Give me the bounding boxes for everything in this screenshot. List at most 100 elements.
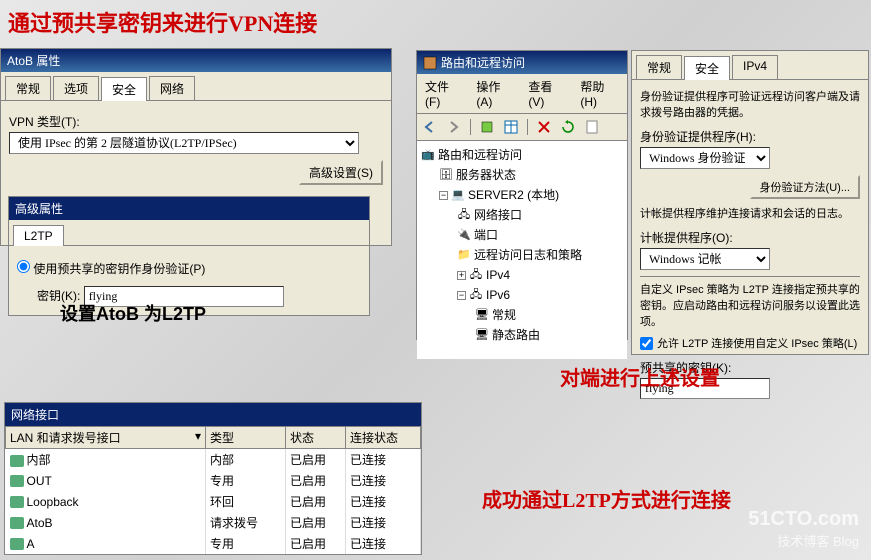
tab-sec-ipv4[interactable]: IPv4 [732, 55, 778, 79]
menu-view[interactable]: 查看(V) [522, 76, 572, 111]
computer-icon: 💻 [451, 188, 465, 202]
tree-root[interactable]: 📺路由和远程访问 [421, 145, 623, 165]
acct-label: 计帐提供程序(O): [640, 229, 733, 246]
rras-titlebar: 路由和远程访问 [417, 51, 627, 74]
tree-ipv4[interactable]: +🖧IPv4 [421, 265, 623, 285]
rras-icon [423, 56, 437, 70]
allow-l2tp-label: 允许 L2TP 连接使用自定义 IPsec 策略(L) [657, 335, 857, 351]
rras-window: 路由和远程访问 文件(F) 操作(A) 查看(V) 帮助(H) 📺路由和远程访问… [416, 50, 628, 340]
tree-netif[interactable]: 🖧网络接口 [421, 205, 623, 225]
refresh-icon[interactable] [558, 117, 578, 137]
watermark-line1: 51CTO.com [748, 508, 859, 531]
connection-icon [10, 475, 24, 487]
connection-icon [10, 455, 24, 467]
tree-status[interactable]: 🗄服务器状态 [421, 165, 623, 185]
auth-method-button[interactable]: 身份验证方法(U)... [750, 175, 860, 199]
advanced-settings-button[interactable]: 高级设置(S) [299, 160, 383, 185]
success-heading: 成功通过L2TP方式进行连接 [482, 484, 731, 513]
server-icon: 📺 [421, 148, 435, 162]
menu-help[interactable]: 帮助(H) [574, 76, 625, 111]
toolbar-separator [527, 119, 528, 135]
radio-psk[interactable] [17, 260, 30, 273]
ipv6-icon: 🖧 [469, 288, 483, 302]
rras-tree: 📺路由和远程访问 🗄服务器状态 −💻SERVER2 (本地) 🖧网络接口 🔌端口… [417, 141, 627, 359]
ipv4-icon: 🖧 [469, 268, 483, 282]
custom-ipsec-desc: 自定义 IPsec 策略为 L2TP 连接指定预共享的密钥。应启动路由和远程访问… [640, 276, 860, 329]
security-panel-window: 常规 安全 IPv4 身份验证提供程序可验证远程访问客户端及请求拨号路由器的凭据… [631, 50, 869, 355]
status-icon: 🗄 [439, 168, 453, 182]
auth-provider-select[interactable]: Windows 身份验证 [640, 147, 770, 169]
auth-provider-label: 身份验证提供程序(H): [640, 128, 756, 145]
properties-icon[interactable] [582, 117, 602, 137]
collapse-icon[interactable]: − [439, 191, 448, 200]
tree-general[interactable]: 🖥常规 [421, 305, 623, 325]
expand-icon[interactable]: + [457, 271, 466, 280]
folder-icon: 📁 [457, 248, 471, 262]
main-heading: 通过预共享密钥来进行VPN连接 [8, 6, 317, 38]
tab-security[interactable]: 安全 [101, 77, 147, 101]
allow-l2tp-row[interactable]: 允许 L2TP 连接使用自定义 IPsec 策略(L) [640, 335, 860, 351]
rras-title-text: 路由和远程访问 [441, 54, 525, 71]
tree-server2[interactable]: −💻SERVER2 (本地) [421, 185, 623, 205]
connection-icon [10, 538, 24, 550]
toolbar-separator [470, 119, 471, 135]
vpn-type-select[interactable]: 使用 IPsec 的第 2 层隧道协议(L2TP/IPSec) [9, 132, 359, 154]
table-row[interactable]: Loopback环回已启用已连接 [6, 491, 421, 512]
titlebar-text: AtoB 属性 [7, 52, 60, 69]
tab-general[interactable]: 常规 [5, 76, 51, 100]
rras-toolbar [417, 114, 627, 141]
netif-icon: 🖧 [457, 208, 471, 222]
back-icon[interactable] [420, 117, 440, 137]
tree-remote-log[interactable]: 📁远程访问日志和策略 [421, 245, 623, 265]
watermark-line2: 技术博客 Blog [748, 531, 859, 550]
netif-table: LAN 和请求拨号接口 ▾ 类型 状态 连接状态 内部内部已启用已连接OUT专用… [5, 426, 421, 554]
tab-options[interactable]: 选项 [53, 76, 99, 100]
acct-select[interactable]: Windows 记帐 [640, 248, 770, 270]
rras-menubar: 文件(F) 操作(A) 查看(V) 帮助(H) [417, 74, 627, 114]
set-l2tp-heading: 设置AtoB 为L2TP [60, 300, 206, 326]
forward-icon[interactable] [444, 117, 464, 137]
peer-heading: 对端进行上述设置 [560, 362, 720, 391]
sec-tabs: 常规 安全 IPv4 [632, 51, 868, 80]
col-conn-header[interactable]: 连接状态 [346, 427, 421, 449]
table-row[interactable]: OUT专用已启用已连接 [6, 470, 421, 491]
col-type-header[interactable]: 类型 [206, 427, 286, 449]
radio-psk-row[interactable]: 使用预共享的密钥作身份验证(P) [17, 260, 361, 277]
col-name-header[interactable]: LAN 和请求拨号接口 ▾ [6, 427, 206, 449]
collapse-icon[interactable]: − [457, 291, 466, 300]
tab-sec-general[interactable]: 常规 [636, 55, 682, 79]
netif-title: 网络接口 [5, 403, 421, 426]
delete-icon[interactable] [534, 117, 554, 137]
menu-file[interactable]: 文件(F) [419, 76, 468, 111]
table-icon[interactable] [501, 117, 521, 137]
allow-l2tp-checkbox[interactable] [640, 337, 653, 350]
dropdown-icon[interactable]: ▾ [195, 429, 201, 443]
tree-ipv6[interactable]: −🖧IPv6 [421, 285, 623, 305]
adv-tabs: L2TP [9, 220, 369, 246]
table-row[interactable]: 内部内部已启用已连接 [6, 449, 421, 471]
table-row[interactable]: A专用已启用已连接 [6, 533, 421, 554]
advanced-properties-window: 高级属性 L2TP 使用预共享的密钥作身份验证(P) 密钥(K): [8, 196, 370, 316]
col-status-header[interactable]: 状态 [286, 427, 346, 449]
acct-desc: 计帐提供程序维护连接请求和会话的日志。 [640, 205, 860, 221]
add-icon[interactable] [477, 117, 497, 137]
auth-provider-desc: 身份验证提供程序可验证远程访问客户端及请求拨号路由器的凭据。 [640, 88, 860, 120]
general-icon: 🖥 [475, 308, 489, 322]
tab-network[interactable]: 网络 [149, 76, 195, 100]
radio-psk-label: 使用预共享的密钥作身份验证(P) [33, 262, 205, 276]
tab-l2tp[interactable]: L2TP [13, 225, 64, 246]
ports-icon: 🔌 [457, 228, 471, 242]
vpn-type-label: VPN 类型(T): [9, 113, 80, 130]
sec-panel-body: 身份验证提供程序可验证远程访问客户端及请求拨号路由器的凭据。 身份验证提供程序(… [632, 80, 868, 354]
atob-titlebar: AtoB 属性 [1, 49, 391, 72]
connection-icon [10, 517, 24, 529]
table-row[interactable]: AtoB请求拨号已启用已连接 [6, 512, 421, 533]
tree-ports[interactable]: 🔌端口 [421, 225, 623, 245]
menu-action[interactable]: 操作(A) [470, 76, 520, 111]
connection-icon [10, 496, 24, 508]
tree-static-route[interactable]: 🖥静态路由 [421, 325, 623, 345]
tab-sec-security[interactable]: 安全 [684, 56, 730, 80]
route-icon: 🖥 [475, 328, 489, 342]
atob-tabs: 常规 选项 安全 网络 [1, 72, 391, 101]
adv-props-title: 高级属性 [9, 197, 369, 220]
